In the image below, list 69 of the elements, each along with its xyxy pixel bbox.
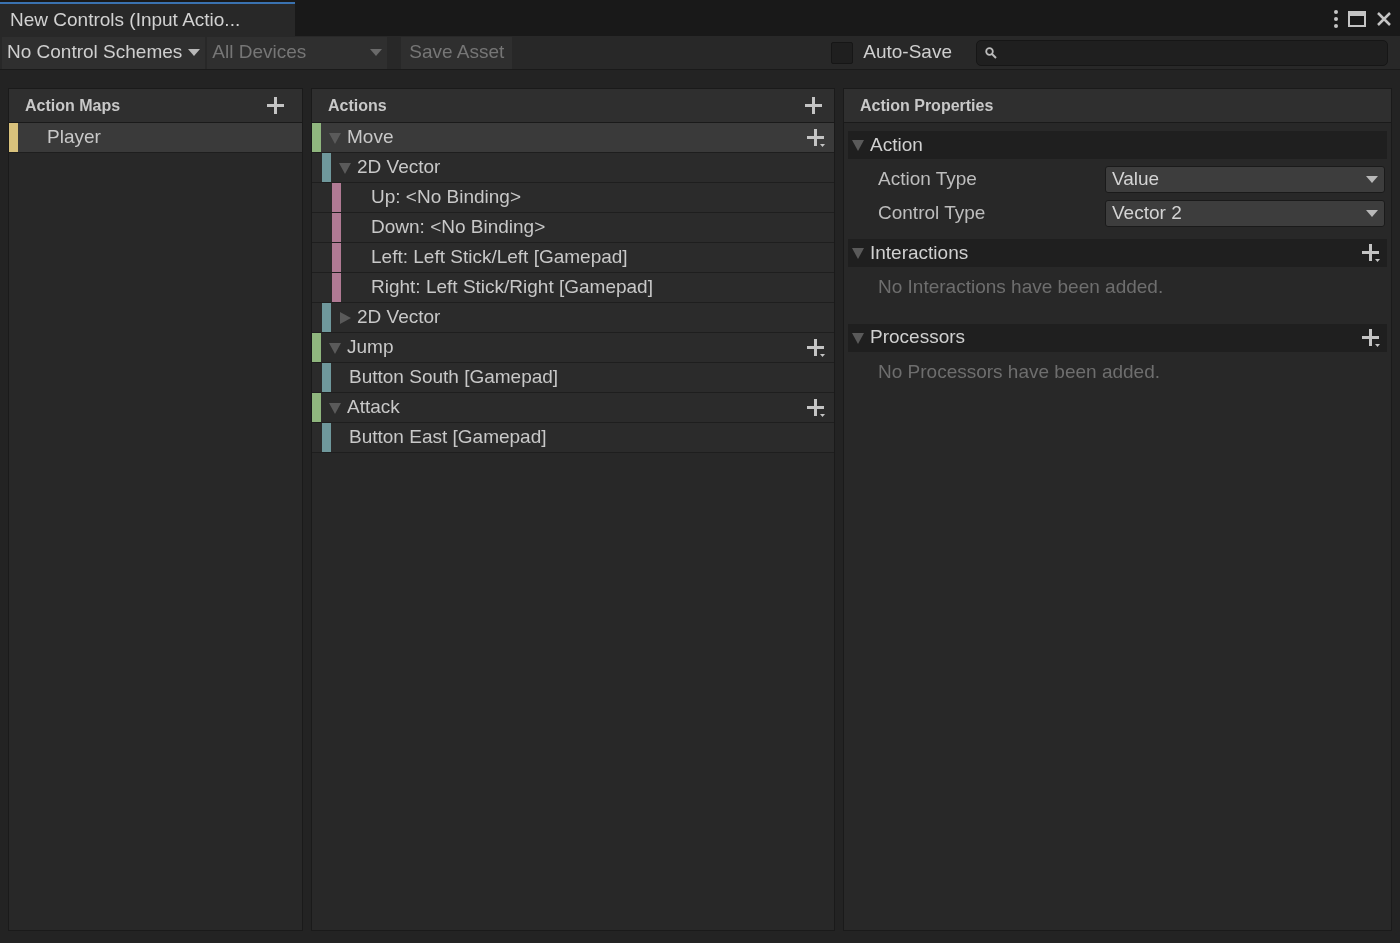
tree-row[interactable]: Right: Left Stick/Right [Gamepad] [312,273,834,303]
tree-row[interactable]: Move [312,123,834,153]
panel-title: Actions [328,95,387,116]
item-label: Button South [Gamepad] [349,365,559,390]
item-color-bar [322,153,331,182]
item-color-bar [322,363,331,392]
item-label: Left: Left Stick/Left [Gamepad] [371,245,628,270]
search-field[interactable] [976,39,1388,66]
value-dropdown[interactable]: Vector 2 [1105,199,1385,227]
section-header[interactable]: Action [848,131,1387,159]
add-icon[interactable] [804,95,824,116]
item-label: 2D Vector [357,305,441,330]
collapse-triangle-icon[interactable] [852,139,864,151]
more-options-icon[interactable] [1334,10,1338,28]
caret-icon [1366,175,1378,183]
tree-row[interactable]: Up: <No Binding> [312,183,834,213]
close-icon[interactable] [1376,11,1392,27]
caret-icon [370,49,383,56]
add-icon[interactable] [806,127,826,148]
item-color-bar [332,183,341,212]
window-tab[interactable]: New Controls (Input Actio... [0,2,295,36]
caret-icon [188,49,201,56]
field-label: Control Type [878,200,987,225]
add-icon[interactable] [806,397,826,418]
item-label: Button East [Gamepad] [349,425,547,450]
item-color-bar [312,393,321,422]
item-label: Right: Left Stick/Right [Gamepad] [371,275,653,300]
action-map-row[interactable]: Player [9,123,302,153]
control-schemes-dropdown[interactable]: No Control Schemes [2,36,206,69]
auto-save-label: Auto-Save [863,40,952,65]
item-color-bar [312,123,321,152]
item-label: Jump [347,335,394,360]
item-color-bar [312,333,321,362]
section-header[interactable]: Processors [848,323,1387,352]
item-label: Down: <No Binding> [371,215,546,240]
collapse-triangle-icon[interactable] [852,331,864,344]
search-icon [985,46,997,59]
item-label: Up: <No Binding> [371,185,521,210]
tree-row[interactable]: Attack [312,393,834,423]
item-color-bar [322,423,331,452]
item-label: Player [46,125,101,150]
tree-row[interactable]: Jump [312,333,834,363]
item-label: Attack [347,395,400,420]
item-color-bar [332,273,341,302]
empty-message: No Processors have been added. [878,359,1161,384]
caret-icon [1366,209,1378,217]
maximize-icon[interactable] [1348,11,1366,27]
item-label: 2D Vector [357,155,441,180]
panel-title: Action Properties [860,95,994,116]
tree-row[interactable]: Left: Left Stick/Left [Gamepad] [312,243,834,273]
panel-title: Action Maps [25,95,121,116]
value-dropdown[interactable]: Value [1105,165,1385,193]
item-label: Move [347,125,394,150]
tree-row[interactable]: 2D Vector [312,153,834,183]
add-icon[interactable] [266,95,286,116]
collapse-triangle-icon[interactable] [852,247,864,259]
item-color-bar [332,243,341,272]
add-icon[interactable] [1361,243,1381,263]
tree-row[interactable]: Button South [Gamepad] [312,363,834,393]
tree-row[interactable]: 2D Vector [312,303,834,333]
tree-row[interactable]: Down: <No Binding> [312,213,834,243]
field-label: Action Type [878,166,978,191]
section-header[interactable]: Interactions [848,239,1387,267]
add-icon[interactable] [1361,327,1381,348]
item-color-bar [322,303,331,332]
item-color-bar [332,213,341,242]
empty-message: No Interactions have been added. [878,275,1165,299]
tree-row[interactable]: Button East [Gamepad] [312,423,834,453]
add-icon[interactable] [806,337,826,358]
